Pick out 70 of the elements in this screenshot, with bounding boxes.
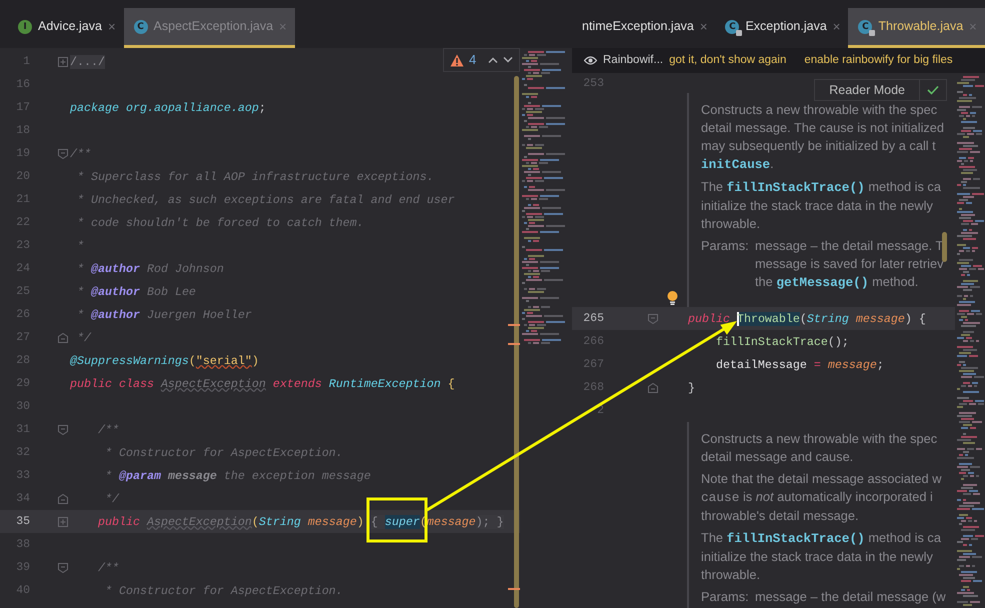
code-line: */ [104,492,119,506]
params-label: Params: [701,588,750,606]
doc-link[interactable]: initCause [701,157,770,172]
collapse-icon[interactable] [648,314,658,324]
code-line: * @author Bob Lee [76,284,196,298]
params-label: Params: [701,237,750,255]
editor-tab[interactable]: C Exception.java × [715,8,848,48]
code-line: * Constructor for AspectException. [104,446,343,460]
doc-paragraph: Constructs a new throwable with the spec detail message. The cause is not initialized may subsequently be initialized by a call t initCause. [701,101,946,174]
doc-link[interactable]: fillInStackTrace() [726,531,865,546]
editor-tab[interactable]: C AspectException.java × [124,8,295,48]
collapse-icon[interactable] [58,494,68,504]
collapse-icon[interactable] [58,332,68,342]
code-line: * @param message the exception message [104,468,371,482]
code-line: /** [70,146,91,160]
line-number: 265 [582,312,604,325]
editor-tab[interactable]: ntimeException.java × [572,8,716,48]
highlight-box [366,498,428,542]
notification-link[interactable]: enable rainbowify for big files [804,52,953,70]
code-line: fillInStackTrace(); [714,334,849,348]
file-type-icon: I [18,20,32,34]
check-icon [927,85,939,95]
code-line: /** [96,560,119,574]
code-line: detailMessage = message; [714,358,884,372]
code-line: public AspectException(String message) { super(message); } [96,514,504,528]
notification-title: Rainbowif... [603,52,664,68]
collapse-icon[interactable] [648,382,658,392]
doc-link[interactable]: fillInStackTrace() [726,180,865,195]
file-type-icon: C [134,20,148,34]
inspection-widget[interactable]: 4 [443,48,520,72]
editor-tab[interactable]: C Throwable.java × [848,8,985,48]
doc-paragraph: Constructs a new throwable with the spec detail message and cause. [701,430,938,466]
lightbulb-icon[interactable] [667,291,678,305]
file-type-icon: C [858,20,872,34]
code-line: */ [76,330,91,344]
expand-icon[interactable] [58,56,68,66]
line-number: 35 [15,515,30,528]
scrollbar-thumb[interactable] [942,232,947,262]
doc-paragraph: The fillInStackTrace() method is ca initialize the stack trace data in the newly throwable. [701,178,942,233]
code-line: package org.aopalliance.aop; [70,100,266,114]
expand-icon[interactable] [58,516,68,526]
chevron-up-icon[interactable] [488,57,498,63]
collapse-icon[interactable] [58,562,68,572]
warning-icon [450,54,464,66]
code-line: * Unchecked, as such exceptions are fatal and end user [76,192,455,206]
code-line: * [76,238,84,252]
code-line: } [686,380,695,394]
code-line: public class AspectException extends RuntimeException { [70,376,455,390]
doc-paragraph: Note that the detail message associated w cause is not automatically incorporated i throwable's detail message. [701,470,942,525]
editor-tab[interactable]: I Advice.java × [8,8,124,48]
doc-paragraph: message – the detail message (w [755,588,946,606]
doc-paragraph: message – the detail message. T message is saved for later retriev the getMessage() method. [755,237,944,292]
code-line: * @author Rod Johnson [76,262,224,276]
reader-mode-button[interactable]: Reader Mode [814,79,947,101]
eye-icon [584,56,597,65]
collapse-icon[interactable] [58,424,68,434]
collapse-icon[interactable] [58,148,68,158]
code-line: * @author Juergen Hoeller [76,308,252,322]
notification-link[interactable]: got it, don't show again [669,52,786,70]
code-line: @SuppressWarnings("serial") [70,354,259,368]
warning-count: 4 [469,51,476,70]
scrollbar-thumb[interactable] [514,76,519,608]
file-type-icon: C [725,20,740,34]
doc-link[interactable]: getMessage() [776,275,869,290]
code-line: * Superclass for all AOP infrastructure exceptions. [76,170,434,184]
code-line: * Constructor for AspectException. [104,584,343,598]
code-line: /** [96,422,119,436]
chevron-down-icon[interactable] [503,57,513,63]
code-line: * code shouldn't be forced to catch them. [76,216,364,230]
doc-paragraph: The fillInStackTrace() method is ca initialize the stack trace data in the newly throwable. [701,529,942,584]
